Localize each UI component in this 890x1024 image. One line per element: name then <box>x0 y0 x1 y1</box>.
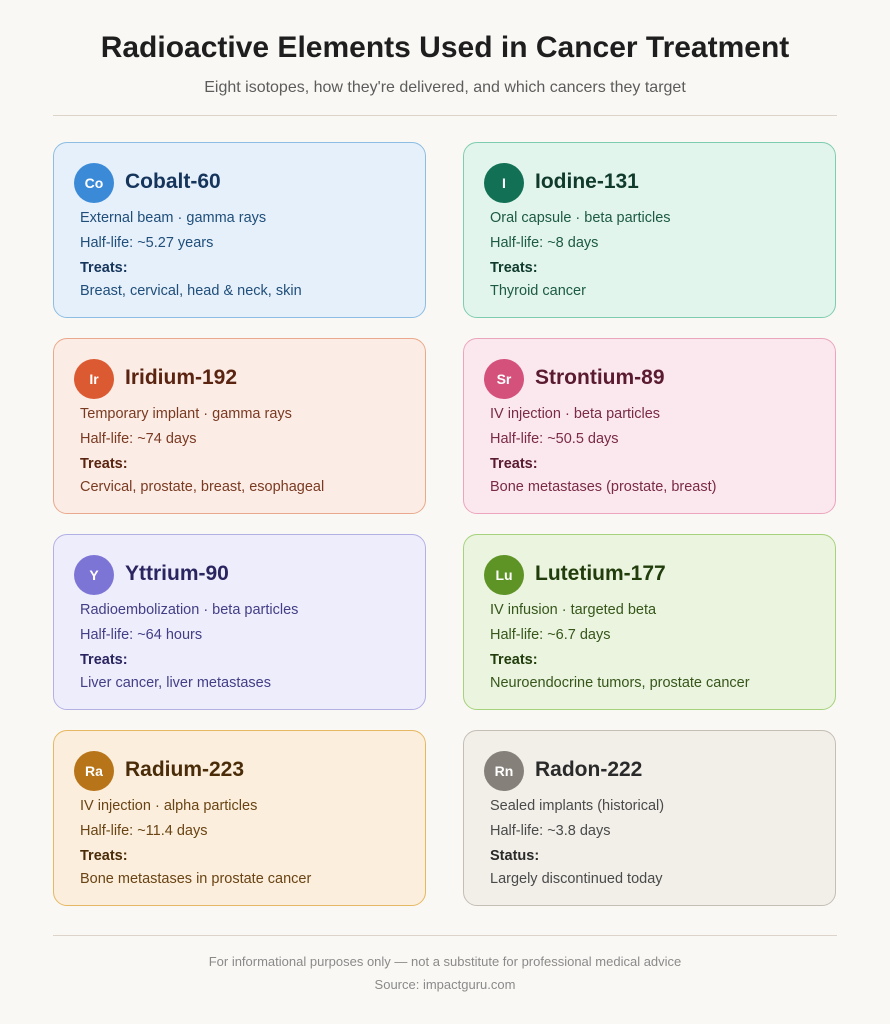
isotope-card-yttrium-90: Y Yttrium-90 Radioembolization · beta pa… <box>53 534 426 710</box>
detail-label: Treats: <box>80 652 128 668</box>
isotope-name: Radium-223 <box>125 758 245 781</box>
detail-text: Bone metastases (prostate, breast) <box>490 479 717 495</box>
half-life: Half-life: ~6.7 days <box>490 627 611 643</box>
detail-text: Liver cancer, liver metastases <box>80 675 271 691</box>
half-life: Half-life: ~5.27 years <box>80 235 214 251</box>
isotope-name: Lutetium-177 <box>535 562 666 585</box>
half-life: Half-life: ~8 days <box>490 235 599 251</box>
element-symbol-badge: Co <box>74 163 114 203</box>
element-symbol-badge: Rn <box>484 751 524 791</box>
delivery-method: Temporary implant · gamma rays <box>80 406 292 422</box>
detail-label: Treats: <box>490 652 538 668</box>
element-symbol-badge: Y <box>74 555 114 595</box>
isotope-card-iodine-131: I Iodine-131 Oral capsule · beta particl… <box>463 142 836 318</box>
isotope-card-radium-223: Ra Radium-223 IV injection · alpha parti… <box>53 730 426 906</box>
delivery-method: Radioembolization · beta particles <box>80 602 299 618</box>
detail-label: Treats: <box>80 456 128 472</box>
top-divider <box>53 115 837 116</box>
half-life: Half-life: ~3.8 days <box>490 823 611 839</box>
element-symbol-badge: Ir <box>74 359 114 399</box>
detail-label: Treats: <box>80 260 128 276</box>
element-symbol-badge: Ra <box>74 751 114 791</box>
isotope-name: Strontium-89 <box>535 366 665 389</box>
half-life: Half-life: ~74 days <box>80 431 197 447</box>
detail-label: Treats: <box>80 848 128 864</box>
delivery-method: IV infusion · targeted beta <box>490 602 657 618</box>
half-life: Half-life: ~11.4 days <box>80 823 208 839</box>
source-credit: Source: impactguru.com <box>374 977 516 992</box>
detail-text: Neuroendocrine tumors, prostate cancer <box>490 675 750 691</box>
isotope-name: Radon-222 <box>535 758 643 781</box>
isotope-card-lutetium-177: Lu Lutetium-177 IV infusion · targeted b… <box>463 534 836 710</box>
element-symbol-badge: Lu <box>484 555 524 595</box>
isotope-name: Iodine-131 <box>535 170 639 193</box>
bottom-divider <box>53 935 837 936</box>
detail-label: Status: <box>490 848 540 864</box>
half-life: Half-life: ~64 hours <box>80 627 203 643</box>
isotope-card-iridium-192: Ir Iridium-192 Temporary implant · gamma… <box>53 338 426 514</box>
detail-text: Thyroid cancer <box>490 283 586 299</box>
delivery-method: External beam · gamma rays <box>80 210 267 226</box>
page-subtitle: Eight isotopes, how they're delivered, a… <box>204 79 686 96</box>
delivery-method: IV injection · alpha particles <box>80 798 258 814</box>
detail-text: Breast, cervical, head & neck, skin <box>80 283 302 299</box>
isotope-name: Yttrium-90 <box>125 562 229 585</box>
detail-text: Largely discontinued today <box>490 871 663 887</box>
disclaimer: For informational purposes only — not a … <box>208 954 682 969</box>
isotope-card-cobalt-60: Co Cobalt-60 External beam · gamma rays … <box>53 142 426 318</box>
isotope-name: Cobalt-60 <box>125 170 221 193</box>
delivery-method: Oral capsule · beta particles <box>490 210 671 226</box>
isotope-name: Iridium-192 <box>125 366 238 389</box>
element-symbol-badge: I <box>484 163 524 203</box>
detail-label: Treats: <box>490 456 538 472</box>
page-title: Radioactive Elements Used in Cancer Trea… <box>100 31 790 64</box>
element-symbol-badge: Sr <box>484 359 524 399</box>
isotope-card-strontium-89: Sr Strontium-89 IV injection · beta part… <box>463 338 836 514</box>
detail-text: Bone metastases in prostate cancer <box>80 871 312 887</box>
delivery-method: IV injection · beta particles <box>490 406 661 422</box>
isotope-card-radon-222: Rn Radon-222 Sealed implants (historical… <box>463 730 836 906</box>
detail-label: Treats: <box>490 260 538 276</box>
delivery-method: Sealed implants (historical) <box>490 798 665 814</box>
half-life: Half-life: ~50.5 days <box>490 431 619 447</box>
detail-text: Cervical, prostate, breast, esophageal <box>80 479 325 495</box>
